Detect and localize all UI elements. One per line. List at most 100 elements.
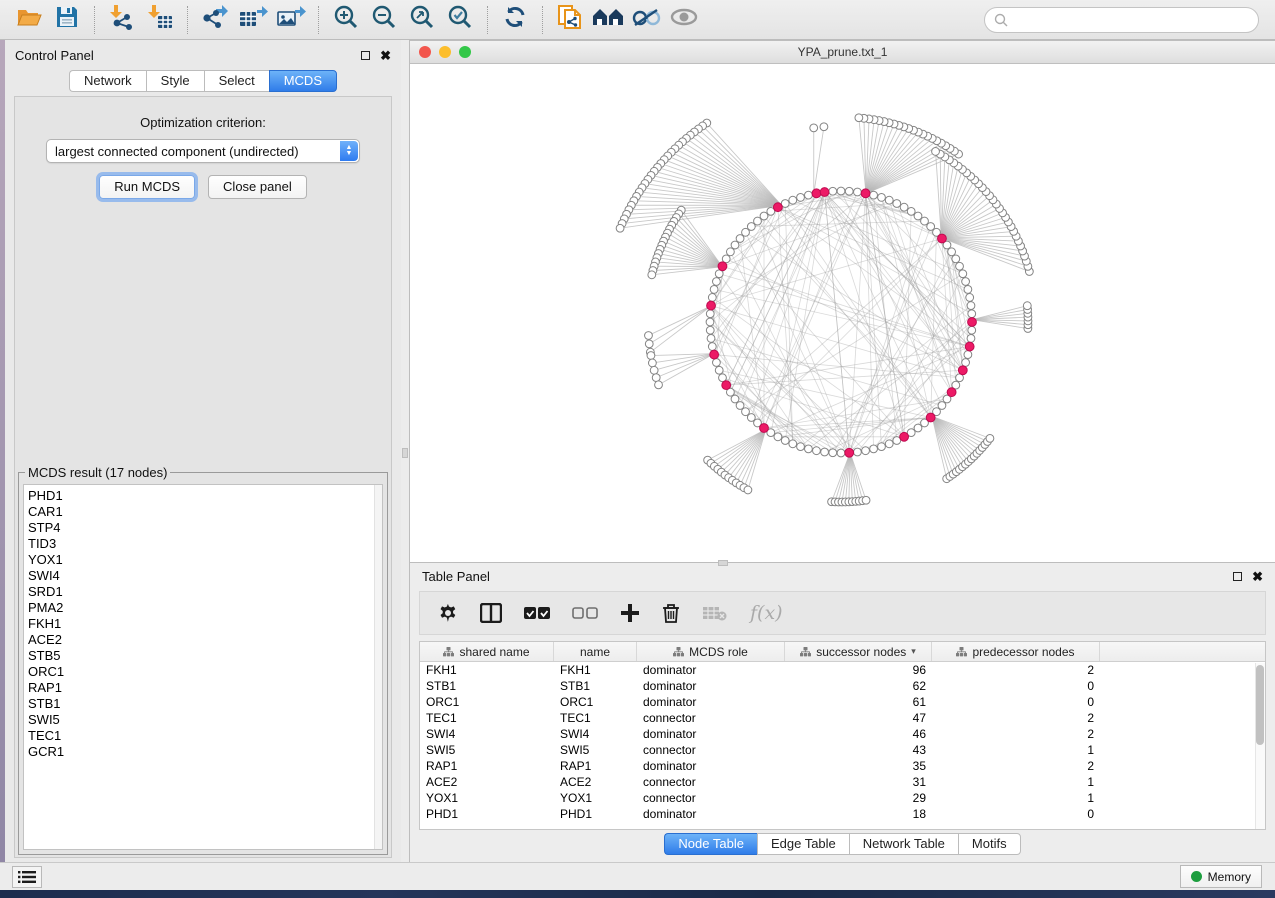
task-history-button[interactable] xyxy=(12,866,42,888)
network-node[interactable] xyxy=(805,191,813,199)
network-node[interactable] xyxy=(754,217,762,225)
network-node[interactable] xyxy=(820,123,828,131)
network-node[interactable] xyxy=(907,207,915,215)
network-node[interactable] xyxy=(707,335,715,343)
network-node[interactable] xyxy=(829,449,837,457)
import-table-button[interactable] xyxy=(141,3,179,37)
network-node[interactable] xyxy=(966,294,974,302)
network-node[interactable] xyxy=(781,437,789,445)
tab-node-table[interactable]: Node Table xyxy=(664,833,757,855)
network-node[interactable] xyxy=(708,294,716,302)
deselect-all-rows-button[interactable] xyxy=(572,606,598,620)
save-session-button[interactable] xyxy=(48,3,86,37)
network-node[interactable] xyxy=(789,196,797,204)
mcds-node[interactable] xyxy=(718,262,727,271)
search-input[interactable] xyxy=(1013,13,1258,27)
network-node[interactable] xyxy=(650,366,658,374)
network-node[interactable] xyxy=(736,402,744,410)
tab-mcds[interactable]: MCDS xyxy=(269,70,337,92)
list-scrollbar[interactable] xyxy=(374,485,382,849)
network-node[interactable] xyxy=(648,359,656,367)
run-mcds-button[interactable]: Run MCDS xyxy=(99,175,195,199)
mcds-node[interactable] xyxy=(900,432,909,441)
network-node[interactable] xyxy=(715,366,723,374)
network-node[interactable] xyxy=(854,188,862,196)
network-node[interactable] xyxy=(805,445,813,453)
network-node[interactable] xyxy=(789,440,797,448)
mcds-result-item[interactable]: STB1 xyxy=(28,696,382,712)
network-node[interactable] xyxy=(885,440,893,448)
mcds-result-item[interactable]: FKH1 xyxy=(28,616,382,632)
zoom-fit-button[interactable] xyxy=(403,3,441,37)
network-node[interactable] xyxy=(829,187,837,195)
mcds-result-item[interactable]: TID3 xyxy=(28,536,382,552)
mcds-result-item[interactable]: RAP1 xyxy=(28,680,382,696)
network-node[interactable] xyxy=(713,278,721,286)
mcds-node[interactable] xyxy=(707,301,716,310)
scrollbar-thumb[interactable] xyxy=(1256,665,1264,745)
network-node[interactable] xyxy=(967,335,975,343)
network-canvas[interactable] xyxy=(410,64,1275,562)
mcds-node[interactable] xyxy=(926,413,935,422)
table-row[interactable]: PHD1PHD1dominator180 xyxy=(420,806,1265,822)
network-node[interactable] xyxy=(870,191,878,199)
network-node[interactable] xyxy=(845,187,853,195)
network-node[interactable] xyxy=(878,443,886,451)
mcds-node[interactable] xyxy=(710,350,719,359)
network-node[interactable] xyxy=(744,486,752,494)
network-node[interactable] xyxy=(885,196,893,204)
mcds-result-item[interactable]: PMA2 xyxy=(28,600,382,616)
column-header-predecessor-nodes[interactable]: predecessor nodes xyxy=(932,642,1100,661)
import-network-button[interactable] xyxy=(103,3,141,37)
float-panel-icon[interactable] xyxy=(1233,572,1242,581)
delete-column-button[interactable] xyxy=(662,603,680,623)
tab-select[interactable]: Select xyxy=(204,70,269,92)
network-node[interactable] xyxy=(706,326,714,334)
close-panel-icon[interactable]: ✖ xyxy=(380,49,391,62)
mcds-node[interactable] xyxy=(722,381,731,390)
column-header-shared-name[interactable]: shared name xyxy=(420,642,554,661)
network-node[interactable] xyxy=(968,310,976,318)
close-panel-icon[interactable]: ✖ xyxy=(1252,570,1263,583)
horizontal-splitter-grip[interactable] xyxy=(718,560,728,566)
mcds-node[interactable] xyxy=(861,189,870,198)
network-node[interactable] xyxy=(813,447,821,455)
column-header-successor-nodes[interactable]: successor nodes▾ xyxy=(785,642,932,661)
network-node[interactable] xyxy=(710,286,718,294)
show-all-button[interactable] xyxy=(665,3,703,37)
network-node[interactable] xyxy=(821,448,829,456)
network-node[interactable] xyxy=(893,200,901,208)
search-field[interactable] xyxy=(984,7,1259,33)
network-node[interactable] xyxy=(855,114,863,122)
tab-network[interactable]: Network xyxy=(69,70,146,92)
table-scrollbar[interactable] xyxy=(1255,663,1265,829)
tab-style[interactable]: Style xyxy=(146,70,204,92)
mcds-result-item[interactable]: TEC1 xyxy=(28,728,382,744)
network-node[interactable] xyxy=(708,343,716,351)
mcds-node[interactable] xyxy=(947,388,956,397)
close-panel-button[interactable]: Close panel xyxy=(208,175,307,199)
delete-table-button[interactable] xyxy=(702,605,728,621)
zoom-in-button[interactable] xyxy=(327,3,365,37)
function-builder-button[interactable]: f(x) xyxy=(750,602,783,624)
open-session-button[interactable] xyxy=(10,3,48,37)
network-node[interactable] xyxy=(878,194,886,202)
mcds-result-item[interactable]: SWI4 xyxy=(28,568,382,584)
export-network-button[interactable] xyxy=(196,3,234,37)
mcds-node[interactable] xyxy=(812,189,821,198)
network-node[interactable] xyxy=(655,381,663,389)
column-layout-button[interactable] xyxy=(480,603,502,623)
network-node[interactable] xyxy=(968,326,976,334)
export-image-button[interactable] xyxy=(272,3,310,37)
network-node[interactable] xyxy=(713,359,721,367)
mcds-node[interactable] xyxy=(938,234,947,243)
network-node[interactable] xyxy=(959,270,967,278)
mcds-result-item[interactable]: SRD1 xyxy=(28,584,382,600)
mcds-result-item[interactable]: YOX1 xyxy=(28,552,382,568)
mcds-result-item[interactable]: STP4 xyxy=(28,520,382,536)
network-node[interactable] xyxy=(948,248,956,256)
first-neighbors-button[interactable] xyxy=(589,3,627,37)
mcds-node[interactable] xyxy=(845,448,854,457)
hide-selected-button[interactable] xyxy=(627,3,665,37)
column-header-MCDS-role[interactable]: MCDS role xyxy=(637,642,785,661)
